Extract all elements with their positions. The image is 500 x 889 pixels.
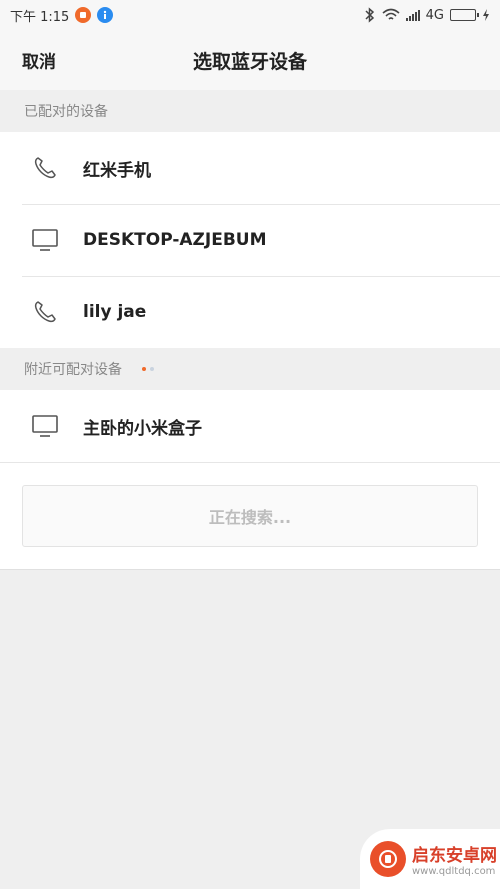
device-name: 红米手机 xyxy=(83,160,151,181)
watermark-title: 启东安卓网 xyxy=(412,846,497,866)
status-time: 下午 1:15 xyxy=(10,9,70,25)
nearby-device-list: 主卧的小米盒子 xyxy=(0,390,500,462)
paired-section-label: 已配对的设备 xyxy=(0,90,500,132)
device-name: lily jae xyxy=(83,302,147,322)
phone-icon xyxy=(30,297,60,327)
watermark-text: 启东安卓网 www.qdltdq.com xyxy=(412,841,497,877)
paired-section-title: 已配对的设备 xyxy=(24,104,108,120)
cancel-button[interactable]: 取消 xyxy=(22,48,56,73)
page-title: 选取蓝牙设备 xyxy=(192,50,307,73)
signal-icon xyxy=(405,9,420,21)
device-name: DESKTOP-AZJEBUM xyxy=(83,230,267,250)
paired-device-row[interactable]: 红米手机 xyxy=(0,132,500,204)
header: 取消 选取蓝牙设备 xyxy=(0,30,500,90)
searching-container: 正在搜索... xyxy=(0,462,500,569)
watermark-url: www.qdltdq.com xyxy=(412,866,496,877)
wifi-icon xyxy=(382,8,400,20)
paired-device-row[interactable]: DESKTOP-AZJEBUM xyxy=(0,204,500,276)
bluetooth-icon xyxy=(365,7,374,23)
monitor-icon xyxy=(30,225,60,255)
searching-button[interactable]: 正在搜索... xyxy=(22,485,478,547)
nearby-section-title: 附近可配对设备 xyxy=(24,362,122,378)
notification-info-icon xyxy=(97,7,114,23)
status-bar: 下午 1:15 4G xyxy=(0,0,500,30)
watermark-logo-icon xyxy=(370,841,406,877)
notification-app-icon xyxy=(75,7,92,23)
device-name: 主卧的小米盒子 xyxy=(83,418,202,439)
divider xyxy=(0,569,500,570)
charging-icon xyxy=(483,9,489,21)
phone-icon xyxy=(30,153,60,183)
nearby-device-row[interactable]: 主卧的小米盒子 xyxy=(0,390,500,462)
battery-icon xyxy=(450,9,479,21)
scanning-dot-active xyxy=(142,367,146,371)
nearby-section-label: 附近可配对设备 xyxy=(0,348,500,390)
status-right: 4G xyxy=(364,7,490,23)
watermark: 启东安卓网 www.qdltdq.com xyxy=(360,829,500,889)
status-left: 下午 1:15 xyxy=(10,6,114,25)
monitor-icon xyxy=(30,411,60,441)
paired-device-row[interactable]: lily jae xyxy=(0,276,500,348)
network-type: 4G xyxy=(425,7,444,23)
scanning-dot-inactive xyxy=(150,367,154,371)
scanning-indicator xyxy=(142,367,154,371)
paired-device-list: 红米手机 DESKTOP-AZJEBUM lily jae xyxy=(0,132,500,348)
